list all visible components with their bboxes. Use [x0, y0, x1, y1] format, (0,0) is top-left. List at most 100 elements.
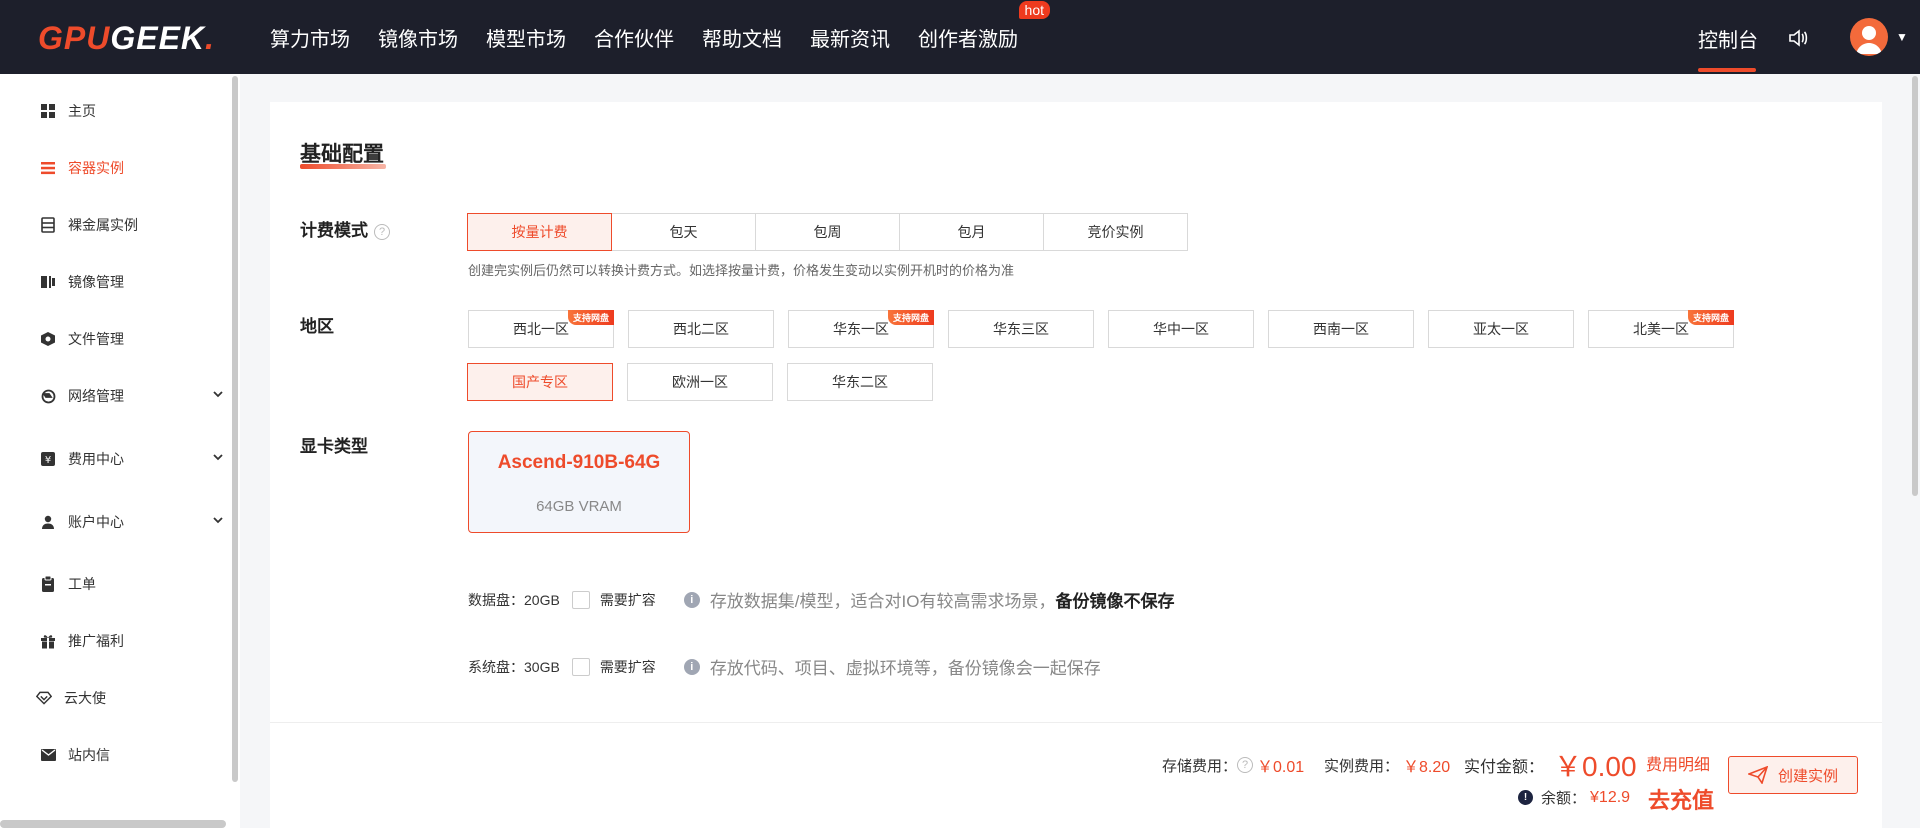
region-option-selected[interactable]: 国产专区 — [467, 363, 613, 401]
region-option[interactable]: 欧洲一区 — [627, 363, 773, 401]
sidebar-item-label: 费用中心 — [68, 451, 124, 467]
system-disk-expand-label[interactable]: 需要扩容 — [600, 657, 656, 677]
netdisk-support-badge: 支持网盘 — [1687, 310, 1734, 325]
instance-fee: 实例费用： ￥8.20 — [1324, 753, 1450, 777]
help-question-icon[interactable]: ? — [374, 223, 390, 240]
console-active-underline — [1698, 68, 1756, 72]
sidebar-item-tickets[interactable]: 工单 — [40, 573, 224, 595]
system-disk-note: 存放代码、项目、虚拟环境等，备份镜像会一起保存 — [709, 659, 1101, 678]
region-option[interactable]: 亚太一区 — [1428, 310, 1574, 348]
nav-item-creator-incentive[interactable]: 创作者激励 hot — [918, 0, 1050, 52]
top-nav: GPUGEEK. 算力市场 镜像市场 模型市场 合作伙伴 帮助文档 最新资讯 创… — [0, 0, 1920, 74]
nav-item-partners[interactable]: 合作伙伴 — [594, 23, 674, 52]
sidebar-item-label: 工单 — [68, 576, 96, 592]
region-option[interactable]: 华东三区 — [948, 310, 1094, 348]
region-option-label: 华东二区 — [832, 374, 888, 390]
region-option[interactable]: 华中一区 — [1108, 310, 1254, 348]
sidebar-item-account[interactable]: 账户中心 — [40, 511, 224, 533]
region-option[interactable]: 华东二区 — [787, 363, 933, 401]
region-option[interactable]: 西北一区 支持网盘 — [468, 310, 614, 348]
sidebar-item-images[interactable]: 镜像管理 — [40, 271, 224, 293]
sidebar-item-network[interactable]: 网络管理 — [40, 385, 224, 407]
brand-logo[interactable]: GPUGEEK. — [38, 20, 215, 57]
nav-item-creator-label: 创作者激励 — [918, 28, 1018, 51]
avatar-caret-icon[interactable]: ▼ — [1896, 30, 1908, 44]
billing-option-daily[interactable]: 包天 — [611, 213, 756, 251]
balance-value: ¥12.9 — [1590, 788, 1631, 806]
system-disk-row: 系统盘：30GB 需要扩容 i 存放代码、项目、虚拟环境等，备份镜像会一起保存 — [468, 654, 1101, 679]
data-disk-row: 数据盘：20GB 需要扩容 i 存放数据集/模型，适合对IO有较高需求场景，备份… — [468, 587, 1174, 612]
sidebar-item-promotion[interactable]: 推广福利 — [40, 630, 224, 652]
chevron-down-icon — [213, 517, 223, 524]
netdisk-support-badge: 支持网盘 — [887, 310, 934, 325]
sidebar-horizontal-scrollbar[interactable] — [0, 820, 226, 828]
netdisk-support-badge: 支持网盘 — [567, 310, 614, 325]
region-option-label: 北美一区 — [1633, 321, 1689, 337]
price-footer: 存储费用： ? ￥0.01 实例费用： ￥8.20 实付金额： ￥0.00 费用… — [270, 722, 1882, 828]
sidebar-item-home[interactable]: 主页 — [40, 100, 224, 122]
billing-option-spot[interactable]: 竞价实例 — [1043, 213, 1188, 251]
region-option[interactable]: 北美一区 支持网盘 — [1588, 310, 1734, 348]
sidebar-item-inbox[interactable]: 站内信 — [40, 744, 224, 766]
gpu-vram: 64GB VRAM — [536, 498, 622, 515]
instance-fee-value: ￥8.20 — [1403, 759, 1451, 776]
speaker-icon[interactable] — [1786, 26, 1810, 50]
region-option-label: 国产专区 — [512, 374, 568, 390]
data-disk-note: 存放数据集/模型，适合对IO有较高需求场景，备份镜像不保存 — [710, 587, 1175, 612]
billing-option-monthly[interactable]: 包月 — [899, 213, 1044, 251]
avatar-person-icon — [1856, 26, 1882, 54]
grid-icon — [40, 103, 56, 119]
fee-detail-link[interactable]: 费用明细 — [1646, 751, 1710, 775]
nav-item-compute-market[interactable]: 算力市场 — [270, 23, 350, 52]
storage-fee-label: 存储费用： — [1162, 757, 1238, 775]
system-disk-expand-checkbox[interactable] — [571, 657, 590, 676]
clipboard-icon — [40, 576, 56, 592]
help-question-icon[interactable]: ? — [1237, 757, 1254, 773]
sidebar-item-files[interactable]: 文件管理 — [40, 328, 224, 350]
avatar[interactable] — [1850, 18, 1888, 56]
main-vertical-scrollbar[interactable] — [1912, 76, 1918, 496]
sidebar-item-billing[interactable]: ¥ 费用中心 — [40, 448, 224, 470]
nav-item-model-market[interactable]: 模型市场 — [486, 23, 566, 52]
diamond-icon — [36, 690, 52, 706]
nav-item-news[interactable]: 最新资讯 — [810, 23, 890, 52]
console-link[interactable]: 控制台 — [1698, 24, 1758, 53]
region-option[interactable]: 西南一区 — [1268, 310, 1414, 348]
region-label: 地区 — [300, 317, 334, 336]
sidebar: 主页 容器实例 裸金属实例 镜像管理 文件管理 网络管理 ¥ 费用中心 账户中心… — [0, 74, 240, 828]
user-icon — [40, 514, 56, 530]
region-option-label: 亚太一区 — [1473, 321, 1529, 337]
gift-icon — [40, 633, 56, 649]
recharge-link[interactable]: 去充值 — [1648, 783, 1714, 815]
region-option[interactable]: 西北二区 — [628, 310, 774, 348]
svg-text:¥: ¥ — [45, 455, 51, 466]
nav-item-image-market[interactable]: 镜像市场 — [378, 23, 458, 52]
region-option-label: 欧洲一区 — [672, 374, 728, 390]
sidebar-item-bare-metal[interactable]: 裸金属实例 — [40, 214, 224, 236]
region-option[interactable]: 华东一区 支持网盘 — [788, 310, 934, 348]
billing-mode-label: 计费模式? — [300, 216, 390, 241]
info-icon: ! — [1518, 790, 1533, 805]
sidebar-vertical-scrollbar[interactable] — [232, 76, 238, 782]
section-title-underline — [300, 164, 386, 169]
balance-label: 余额： — [1541, 790, 1587, 807]
data-disk-expand-checkbox[interactable] — [571, 590, 590, 609]
data-disk-expand-label[interactable]: 需要扩容 — [600, 590, 656, 610]
gpu-option-card[interactable]: Ascend-910B-64G 64GB VRAM — [468, 431, 690, 533]
logo-part-gpu: GPU — [38, 20, 111, 56]
gpu-type-label: 显卡类型 — [300, 437, 368, 456]
mail-icon — [40, 747, 56, 763]
sidebar-item-ambassador[interactable]: 云大使 — [36, 687, 220, 709]
nav-item-docs[interactable]: 帮助文档 — [702, 23, 782, 52]
create-instance-button[interactable]: 创建实例 — [1728, 756, 1858, 794]
data-disk-note-text: 存放数据集/模型，适合对IO有较高需求场景， — [709, 592, 1056, 611]
billing-option-pay-as-you-go[interactable]: 按量计费 — [467, 213, 612, 251]
region-option-label: 华东三区 — [993, 321, 1049, 337]
sidebar-item-containers[interactable]: 容器实例 — [40, 157, 224, 179]
region-option-label: 华东一区 — [833, 321, 889, 337]
list-icon — [40, 160, 56, 176]
billing-option-weekly[interactable]: 包周 — [755, 213, 900, 251]
total-amount: 实付金额： ￥0.00 — [1464, 745, 1637, 785]
sidebar-item-label: 站内信 — [68, 747, 110, 763]
info-icon: i — [683, 658, 700, 675]
